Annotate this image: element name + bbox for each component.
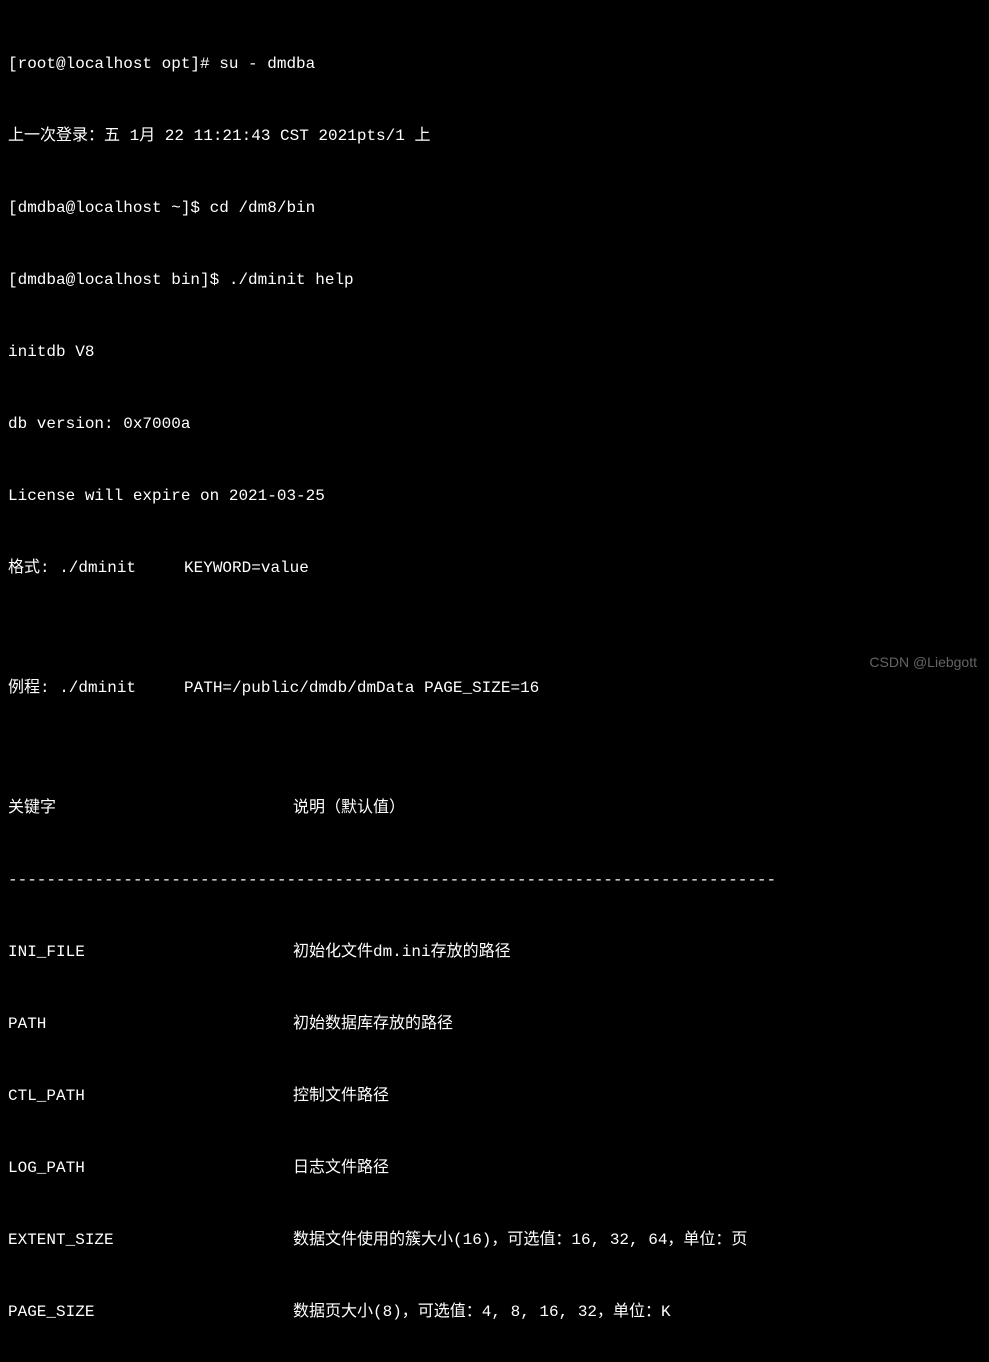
keyword-description: 控制文件路径: [293, 1084, 389, 1108]
header-keyword: 关键字: [8, 796, 293, 820]
keyword-name: PAGE_SIZE: [8, 1300, 293, 1324]
keyword-name: PATH: [8, 1012, 293, 1036]
prompt-line: [root@localhost opt]# su - dmdba: [8, 52, 981, 76]
keyword-description: 数据页大小(8)，可选值：4, 8, 16, 32，单位：K: [293, 1300, 671, 1324]
header-row: 关键字 说明（默认值）: [8, 796, 981, 820]
keyword-description: 日志文件路径: [293, 1156, 389, 1180]
keyword-row: INI_FILE 初始化文件dm.ini存放的路径: [8, 940, 981, 964]
output-line: License will expire on 2021-03-25: [8, 484, 981, 508]
keyword-description: 初始化文件dm.ini存放的路径: [293, 940, 511, 964]
terminal-output[interactable]: [root@localhost opt]# su - dmdba 上一次登录：五…: [8, 4, 981, 1362]
keyword-description: 数据文件使用的簇大小(16)，可选值：16, 32, 64，单位：页: [293, 1228, 747, 1252]
header-description: 说明（默认值）: [293, 796, 405, 820]
keyword-description: 初始数据库存放的路径: [293, 1012, 453, 1036]
keyword-name: INI_FILE: [8, 940, 293, 964]
keyword-row: PAGE_SIZE 数据页大小(8)，可选值：4, 8, 16, 32，单位：K: [8, 1300, 981, 1324]
example-line: 例程: ./dminit PATH=/public/dmdb/dmData PA…: [8, 676, 981, 700]
keyword-name: EXTENT_SIZE: [8, 1228, 293, 1252]
keyword-row: EXTENT_SIZE 数据文件使用的簇大小(16)，可选值：16, 32, 6…: [8, 1228, 981, 1252]
divider-line: ----------------------------------------…: [8, 868, 981, 892]
keyword-row: PATH 初始数据库存放的路径: [8, 1012, 981, 1036]
output-line: db version: 0x7000a: [8, 412, 981, 436]
keyword-row: CTL_PATH 控制文件路径: [8, 1084, 981, 1108]
last-login-line: 上一次登录：五 1月 22 11:21:43 CST 2021pts/1 上: [8, 124, 981, 148]
keyword-row: LOG_PATH 日志文件路径: [8, 1156, 981, 1180]
keyword-name: LOG_PATH: [8, 1156, 293, 1180]
prompt-line: [dmdba@localhost bin]$ ./dminit help: [8, 268, 981, 292]
format-line: 格式: ./dminit KEYWORD=value: [8, 556, 981, 580]
keyword-name: CTL_PATH: [8, 1084, 293, 1108]
output-line: initdb V8: [8, 340, 981, 364]
watermark-text: CSDN @Liebgott: [869, 652, 977, 673]
prompt-line: [dmdba@localhost ~]$ cd /dm8/bin: [8, 196, 981, 220]
